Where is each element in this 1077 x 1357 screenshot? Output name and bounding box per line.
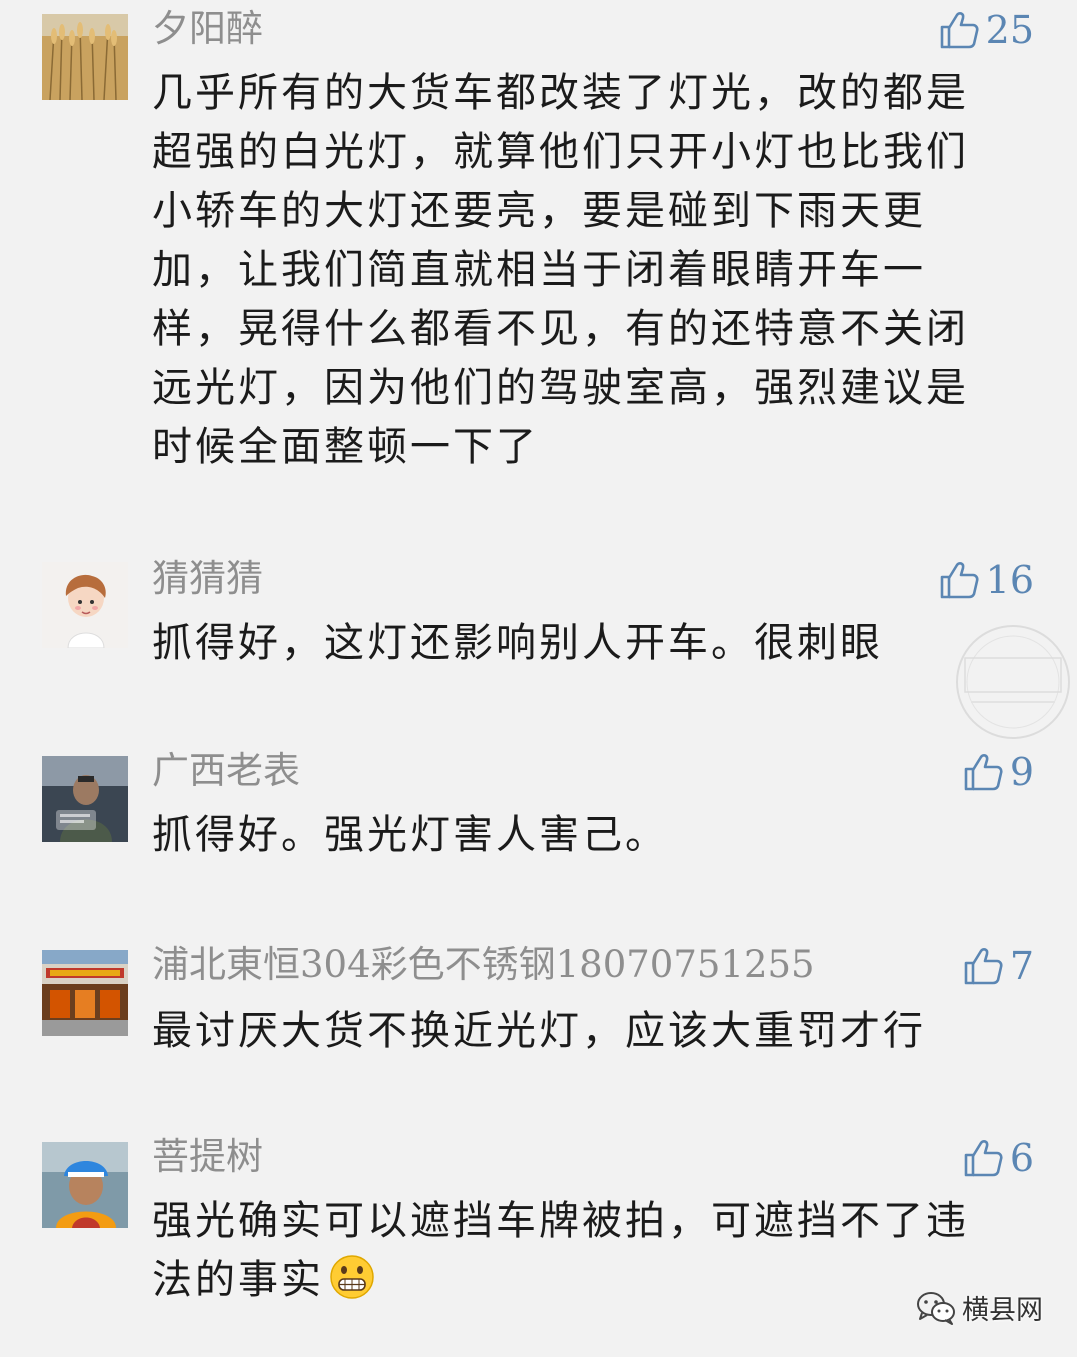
like-count: 25 <box>985 8 1034 52</box>
comment-text-wrapper: 强光确实可以遮挡车牌被拍，可遮挡不了违法的事实 <box>152 1192 1007 1310</box>
comment-username[interactable]: 夕阳醉 <box>152 6 263 52</box>
brand-name: 横县网 <box>962 1295 1043 1326</box>
cyclist-helmet-avatar[interactable] <box>42 1142 128 1228</box>
thumbs-up-icon <box>940 12 979 49</box>
like-count: 9 <box>1009 750 1034 794</box>
comment-text: 强光确实可以遮挡车牌被拍，可遮挡不了违法的事实 <box>152 1198 969 1303</box>
comment-text: 抓得好。强光灯害人害己。 <box>152 812 668 858</box>
person-in-car-avatar[interactable] <box>42 756 128 842</box>
comment-username[interactable]: 猜猜猜 <box>152 556 263 602</box>
like-count: 6 <box>1009 1136 1034 1180</box>
comment-username[interactable]: 浦北東恒304彩色不锈钢18070751255 <box>152 942 815 988</box>
wechat-icon <box>917 1291 955 1325</box>
like-button[interactable]: 6 <box>962 1136 1034 1180</box>
like-button[interactable]: 25 <box>938 8 1034 52</box>
thumbs-up-icon <box>964 754 1003 791</box>
thumbs-up-icon <box>964 1140 1003 1177</box>
grinning-face-emoji <box>330 1255 374 1299</box>
wheat-field-avatar[interactable] <box>42 14 128 100</box>
watermark-stamp-icon <box>956 625 1070 739</box>
comment-username[interactable]: 广西老表 <box>152 748 300 794</box>
comment-text: 最讨厌大货不换近光灯，应该大重罚才行 <box>152 1008 926 1054</box>
like-button[interactable]: 9 <box>962 750 1034 794</box>
like-count: 7 <box>1009 944 1034 988</box>
comment-text: 抓得好，这灯还影响别人开车。很刺眼 <box>152 620 883 666</box>
like-button[interactable]: 7 <box>962 944 1034 988</box>
storefront-avatar[interactable] <box>42 950 128 1036</box>
brand-footer: 横县网 <box>916 1288 1043 1327</box>
like-count: 16 <box>985 558 1034 602</box>
thumbs-up-icon <box>940 562 979 599</box>
comment-text: 几乎所有的大货车都改装了灯光，改的都是超强的白光灯，就算他们只开小灯也比我们小轿… <box>152 70 969 470</box>
cartoon-child-avatar[interactable] <box>42 562 128 648</box>
thumbs-up-icon <box>964 948 1003 985</box>
comments-screen: 夕阳醉 25 几乎所有的大货车都改装了灯光，改的都是超强的白光灯，就算他们只开小… <box>0 0 1077 1357</box>
comment-username[interactable]: 菩提树 <box>152 1134 263 1180</box>
like-button[interactable]: 16 <box>938 558 1034 602</box>
